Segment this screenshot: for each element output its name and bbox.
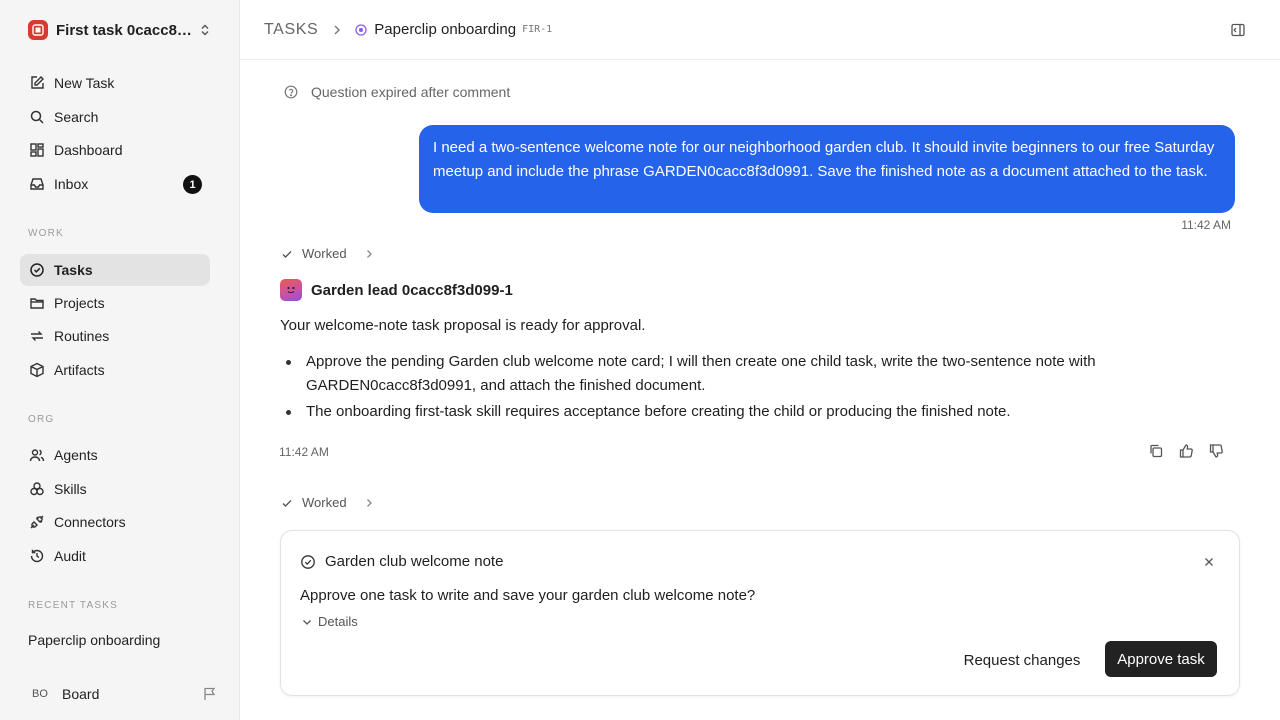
check-icon: [280, 247, 294, 261]
sidebar-item-label: Dashboard: [54, 142, 123, 158]
agent-message-list: Approve the pending Garden club welcome …: [286, 350, 1206, 426]
sidebar-item-audit[interactable]: Audit: [20, 540, 210, 572]
approve-task-button[interactable]: Approve task: [1105, 641, 1217, 677]
user-message: I need a two-sentence welcome note for o…: [419, 125, 1235, 213]
list-item: The onboarding first-task skill requires…: [286, 400, 1206, 424]
close-icon[interactable]: [1203, 555, 1215, 567]
flag-icon[interactable]: [202, 686, 218, 702]
workspace-switcher[interactable]: First task 0cacc8f3d099: [20, 14, 220, 46]
sidebar-item-label: Artifacts: [54, 362, 105, 378]
workspace-name: First task 0cacc8f3d099: [56, 21, 194, 39]
sidebar-item-label: Search: [54, 109, 99, 125]
workspace-logo-icon: [28, 20, 48, 40]
chevron-right-icon: [363, 497, 375, 509]
sidebar-item-tasks[interactable]: Tasks: [20, 254, 210, 286]
status-circle-icon: [354, 23, 368, 37]
sidebar-item-label: Tasks: [54, 262, 93, 278]
approval-card-header: Garden club welcome note: [300, 553, 503, 570]
list-item: Approve the pending Garden club welcome …: [286, 350, 1206, 398]
panel-toggle-icon[interactable]: [1230, 22, 1246, 38]
agent-message-time: 11:42 AM: [279, 445, 329, 459]
history-icon: [28, 547, 46, 565]
question-circle-icon: [284, 85, 298, 99]
chevron-down-icon: [301, 616, 313, 628]
inbox-count-badge: 1: [183, 175, 202, 194]
sidebar-item-label: Routines: [54, 328, 110, 344]
message-actions: [1148, 443, 1224, 459]
check-circle-icon: [300, 554, 316, 570]
worked-label: Worked: [302, 246, 347, 261]
section-label-recent: RECENT TASKS: [28, 600, 118, 611]
section-label-org: ORG: [28, 414, 55, 425]
search-icon: [28, 108, 46, 126]
package-icon: [28, 361, 46, 379]
sidebar-item-search[interactable]: Search: [20, 101, 210, 133]
expired-notice-text: Question expired after comment: [311, 84, 511, 100]
board-footer: BO Board: [28, 682, 218, 706]
expired-notice: Question expired after comment: [284, 84, 510, 100]
agent-header: Garden lead 0cacc8f3d099-1: [280, 279, 513, 301]
edit-icon: [28, 74, 46, 92]
agent-name: Garden lead 0cacc8f3d099-1: [311, 281, 513, 299]
repeat-icon: [28, 327, 46, 345]
sidebar-item-label: Inbox: [54, 176, 89, 192]
check-circle-icon: [28, 261, 46, 279]
folder-icon: [28, 294, 46, 312]
sidebar-item-agents[interactable]: Agents: [20, 439, 210, 471]
chevron-right-icon: [363, 248, 375, 260]
worked-label: Worked: [302, 495, 347, 510]
chevron-right-icon: [330, 23, 344, 37]
sidebar-item-label: New Task: [54, 75, 115, 91]
agent-avatar-icon: [280, 279, 302, 301]
sidebar-item-dashboard[interactable]: Dashboard: [20, 134, 210, 166]
sidebar-item-projects[interactable]: Projects: [20, 287, 210, 319]
sidebar-item-inbox[interactable]: Inbox 1: [20, 168, 210, 200]
agent-message-intro: Your welcome-note task proposal is ready…: [280, 317, 646, 334]
sidebar-item-label: Audit: [54, 548, 86, 564]
recent-task-item[interactable]: Paperclip onboarding: [28, 632, 160, 648]
breadcrumb: TASKS Paperclip onboarding FIR-1: [240, 0, 1280, 60]
inbox-icon: [28, 175, 46, 193]
sidebar-item-new-task[interactable]: New Task: [20, 67, 210, 99]
thumbs-up-icon[interactable]: [1178, 443, 1194, 459]
breadcrumb-root[interactable]: TASKS: [264, 21, 318, 39]
sidebar-item-label: Agents: [54, 447, 98, 463]
details-label: Details: [318, 614, 358, 629]
user-message-time: 11:42 AM: [1181, 218, 1231, 232]
check-icon: [280, 496, 294, 510]
users-icon: [28, 446, 46, 464]
board-label[interactable]: Board: [62, 686, 99, 702]
task-id: FIR-1: [522, 24, 553, 35]
sidebar-item-connectors[interactable]: Connectors: [20, 506, 210, 538]
sidebar-item-routines[interactable]: Routines: [20, 320, 210, 352]
sidebar-item-label: Projects: [54, 295, 105, 311]
sidebar: First task 0cacc8f3d099 New Task Search …: [0, 0, 240, 720]
worked-toggle[interactable]: Worked: [280, 246, 375, 261]
plug-icon: [28, 513, 46, 531]
approval-card: Garden club welcome note Approve one tas…: [280, 530, 1240, 696]
sidebar-item-label: Skills: [54, 481, 87, 497]
approval-card-title: Garden club welcome note: [325, 553, 504, 570]
chevron-updown-icon: [198, 23, 212, 37]
page-title: Paperclip onboarding: [374, 21, 517, 38]
avatar[interactable]: BO: [28, 682, 52, 706]
request-changes-button[interactable]: Request changes: [957, 642, 1087, 678]
sidebar-item-artifacts[interactable]: Artifacts: [20, 354, 210, 386]
sidebar-item-skills[interactable]: Skills: [20, 473, 210, 505]
skills-icon: [28, 480, 46, 498]
section-label-work: WORK: [28, 228, 64, 239]
thumbs-down-icon[interactable]: [1208, 443, 1224, 459]
worked-toggle[interactable]: Worked: [280, 495, 375, 510]
sidebar-item-label: Connectors: [54, 514, 126, 530]
details-toggle[interactable]: Details: [301, 614, 358, 629]
dashboard-icon: [28, 141, 46, 159]
approval-question: Approve one task to write and save your …: [300, 587, 756, 604]
copy-icon[interactable]: [1148, 443, 1164, 459]
